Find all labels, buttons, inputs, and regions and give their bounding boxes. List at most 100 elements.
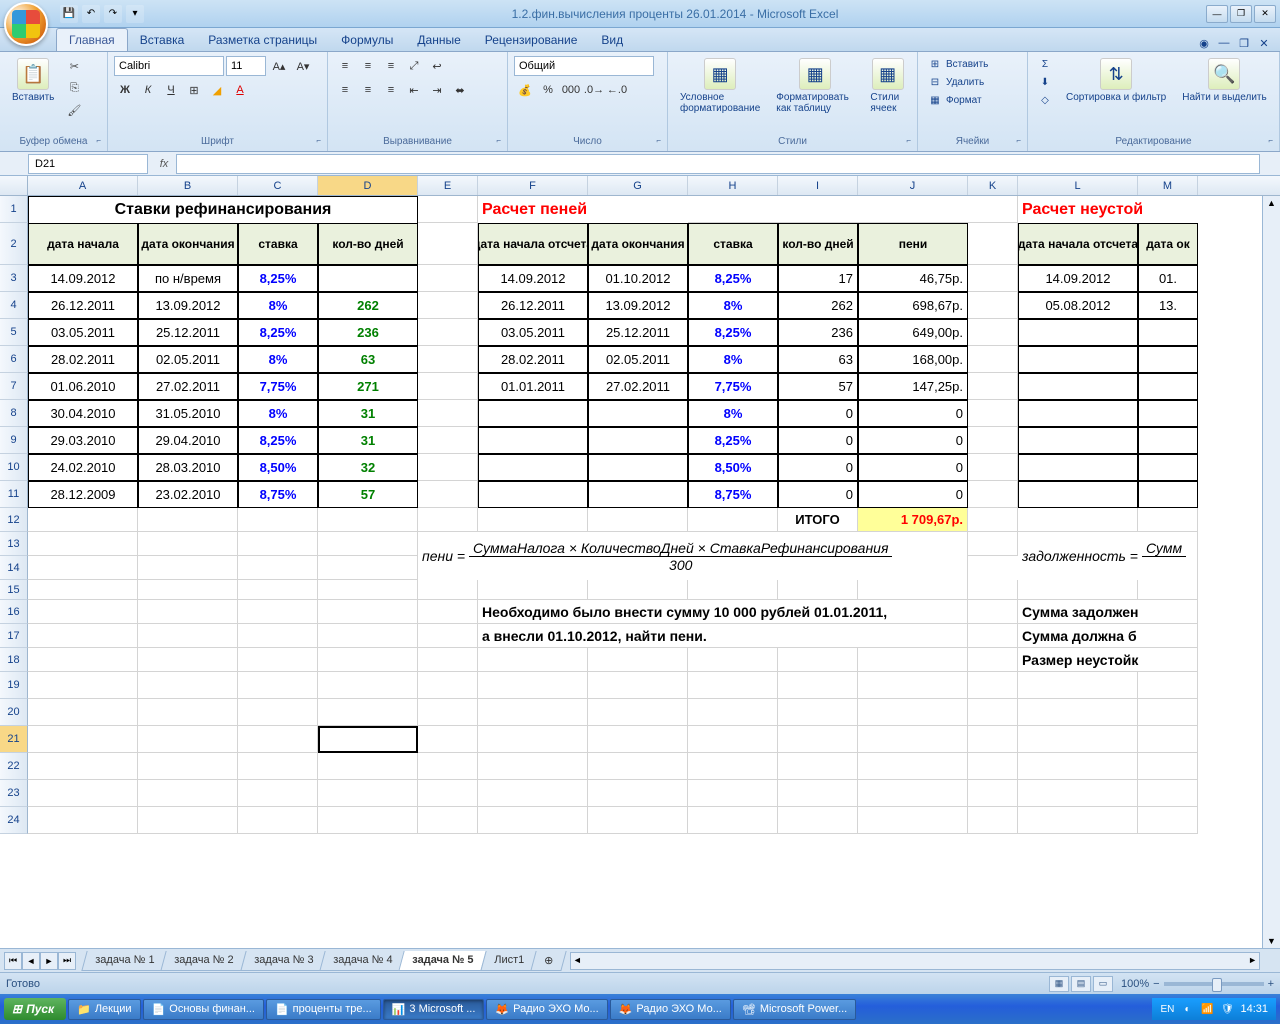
cell[interactable] [688,672,778,699]
cell[interactable] [138,648,238,672]
cell[interactable] [318,753,418,780]
insert-cells-button[interactable]: ⊞Вставить [924,56,992,72]
cell[interactable] [238,508,318,532]
cell[interactable] [588,753,688,780]
cell[interactable] [238,780,318,807]
t2-date-start[interactable]: 14.09.2012 [478,265,588,292]
zoom-in-button[interactable]: + [1268,978,1274,990]
row-header-11[interactable]: 11 [0,481,28,508]
cell[interactable] [238,807,318,834]
row-header-3[interactable]: 3 [0,265,28,292]
tab-page-layout[interactable]: Разметка страницы [196,29,329,51]
t2-rate[interactable]: 8,25% [688,319,778,346]
increase-indent-icon[interactable]: ⇥ [426,80,448,100]
header-t2-1[interactable]: дата окончания [588,223,688,265]
t3-date-end[interactable]: 13. [1138,292,1198,319]
fx-button[interactable]: fx [154,155,174,173]
format-as-table-button[interactable]: ▦Форматировать как таблицу [770,56,860,116]
tab-formulas[interactable]: Формулы [329,29,405,51]
t2-rate[interactable]: 8,25% [688,265,778,292]
cell[interactable] [318,600,418,624]
cell[interactable] [238,532,318,556]
t2-date-start[interactable] [478,400,588,427]
t1-date-start[interactable]: 30.04.2010 [28,400,138,427]
cell[interactable] [1138,699,1198,726]
cell[interactable] [968,481,1018,508]
increase-font-icon[interactable]: A▴ [268,56,290,76]
cell[interactable] [318,532,418,556]
row-header-17[interactable]: 17 [0,624,28,648]
row-header-20[interactable]: 20 [0,699,28,726]
column-header-D[interactable]: D [318,176,418,195]
cell[interactable] [1018,807,1138,834]
t1-date-end[interactable]: 31.05.2010 [138,400,238,427]
taskbar-item-3[interactable]: 📊3 Microsoft ... [383,999,485,1020]
align-center-icon[interactable]: ≡ [357,80,379,100]
cell[interactable] [238,600,318,624]
cell[interactable] [688,753,778,780]
cell[interactable] [968,648,1018,672]
save-icon[interactable]: 💾 [60,5,78,23]
cell[interactable] [588,508,688,532]
row-header-7[interactable]: 7 [0,373,28,400]
header-t2-0[interactable]: дата начала отсчета [478,223,588,265]
cell[interactable] [418,580,478,600]
cell[interactable] [858,648,968,672]
cell[interactable] [968,223,1018,265]
cell[interactable] [418,292,478,319]
cell[interactable] [968,672,1018,699]
cell[interactable] [238,672,318,699]
t2-days[interactable]: 0 [778,427,858,454]
sheet-tab-2[interactable]: задача № 3 [240,951,327,971]
header-t2-4[interactable]: пени [858,223,968,265]
taskbar-item-2[interactable]: 📄проценты тре... [266,999,381,1020]
row-header-5[interactable]: 5 [0,319,28,346]
cell[interactable] [968,807,1018,834]
row-header-23[interactable]: 23 [0,780,28,807]
side-text-2[interactable]: Сумма должна б [1018,624,1198,648]
sheet-tab-5[interactable]: Лист1 [480,951,537,971]
select-all-corner[interactable] [0,176,28,195]
cell[interactable] [778,699,858,726]
tray-icon-2[interactable]: 📶 [1200,1002,1214,1016]
new-sheet-button[interactable]: ⊕ [530,951,567,971]
t1-days[interactable]: 32 [318,454,418,481]
cell[interactable] [28,726,138,753]
t3-empty[interactable] [1138,346,1198,373]
t1-rate[interactable]: 8% [238,292,318,319]
t1-rate[interactable]: 8,25% [238,427,318,454]
t2-penalty[interactable]: 0 [858,481,968,508]
column-header-A[interactable]: A [28,176,138,195]
t3-empty[interactable] [1138,373,1198,400]
qat-dropdown-icon[interactable]: ▾ [126,5,144,23]
cell[interactable] [138,699,238,726]
cell[interactable] [418,265,478,292]
decrease-indent-icon[interactable]: ⇤ [403,80,425,100]
t1-rate[interactable]: 8,75% [238,481,318,508]
cell[interactable] [418,400,478,427]
number-format-select[interactable] [514,56,654,76]
office-button[interactable] [4,2,48,46]
cell[interactable] [688,780,778,807]
cell[interactable] [238,753,318,780]
cell[interactable] [1018,672,1138,699]
t1-days[interactable]: 31 [318,400,418,427]
t2-rate[interactable]: 7,75% [688,373,778,400]
border-button[interactable]: ⊞ [183,80,205,100]
cell[interactable] [968,508,1018,532]
cell[interactable] [968,346,1018,373]
row-header-4[interactable]: 4 [0,292,28,319]
cell[interactable] [138,672,238,699]
t3-date-start[interactable]: 05.08.2012 [1018,292,1138,319]
t2-date-end[interactable] [588,481,688,508]
row-header-14[interactable]: 14 [0,556,28,580]
cell[interactable] [688,699,778,726]
cell[interactable] [418,600,478,624]
column-header-B[interactable]: B [138,176,238,195]
t2-date-end[interactable]: 02.05.2011 [588,346,688,373]
cell[interactable] [418,726,478,753]
cell[interactable] [968,265,1018,292]
cell[interactable] [858,753,968,780]
cell[interactable] [1018,753,1138,780]
cell[interactable] [318,624,418,648]
